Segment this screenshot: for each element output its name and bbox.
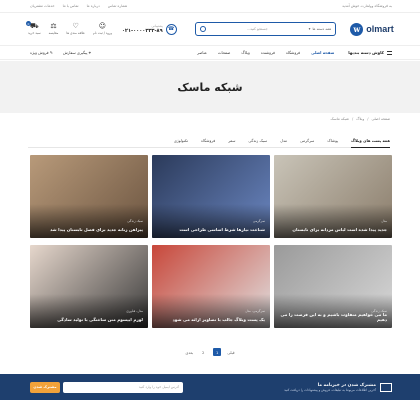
header: w olmart همه دسته ها ▾ جستجو کنید... ☎ پ… [0,13,420,45]
location-icon: ⌖ [87,50,91,55]
post-title[interactable]: لورم ایپسوم متن ساختگی با تولید سادگی [35,317,143,323]
newsletter-info: مشترک شدن در خبرنامه ما آخرین اطلاعات مر… [284,382,392,392]
compare-button[interactable]: ⚖ مقایسه [48,22,59,36]
subscribe-button[interactable]: مشترک شدن [30,381,60,393]
top-bar: به فروشگاه وولمارت خوش آمدید شماره تماس … [0,0,420,13]
track-order-link[interactable]: ⌖ پیگیری سفارش [63,50,91,55]
account-button[interactable]: ☺ ورود / ثبت نام [92,22,112,36]
search-category-label: همه دسته ها [312,27,332,31]
search-category-select[interactable]: همه دسته ها ▾ [309,27,332,31]
menu-icon [387,50,392,55]
compare-icon: ⚖ [50,22,57,30]
track-order-label: پیگیری سفارش [62,50,88,55]
post-title[interactable]: ما می خواهیم متفاوت باشیم و به این فرصت … [279,312,388,323]
breadcrumb-item: شبکه ماسک [330,117,349,121]
heart-icon: ♡ [72,22,79,30]
special-sale-label: فروش ویژه [30,50,49,55]
cart-icon: ⛟ [29,22,39,30]
newsletter-form: آدرس ایمیل خود را وارد کنید مشترک شدن [30,381,183,393]
top-link[interactable]: شماره تماس [108,4,128,8]
nav-secondary: ⌖ پیگیری سفارش ✎ فروش ویژه [30,50,91,55]
post-category[interactable]: مدل [381,219,387,223]
post-title[interactable]: یک پست وبلاگ جالب با تصاویر ارائه می شود [157,317,265,323]
categories-button[interactable]: کاوش دسته بندیها [348,50,392,55]
post-title[interactable]: شناخت نیازها شرط اساسی طراحی است [157,227,265,233]
page-title: شبکه ماسک [177,80,243,94]
main-nav: کاوش دسته بندیها صفحه اصلی فروشگاه فروشن… [0,45,420,60]
newsletter-bar: مشترک شدن در خبرنامه ما آخرین اطلاعات مر… [0,374,420,400]
page-hero: شبکه ماسک [0,61,420,113]
menu-item-vendor[interactable]: فروشنده [261,50,275,55]
menu: صفحه اصلی فروشگاه فروشنده وبلاگ صفحات عن… [197,50,334,55]
account-label: ورود / ثبت نام [92,31,112,35]
tab-technology[interactable]: تکنولوژی [174,138,188,143]
post-title[interactable]: پیراهن زنانه جدید برای فصل تابستان پیدا … [35,227,143,233]
user-icon: ☺ [98,22,107,30]
tab-all[interactable]: همه پست های وبلاگ [351,138,390,148]
cart-button[interactable]: ⛟ 0 سبد خرید [26,21,41,35]
post-category[interactable]: سرگرمی، مدل [245,309,265,313]
cart-label: سبد خرید [28,31,41,35]
chevron-down-icon: ▾ [308,27,311,31]
phone-icon: ☎ [165,23,177,35]
page-number[interactable]: 2 [199,348,207,356]
top-link[interactable]: خدمات مشتریان [30,4,55,8]
envelope-icon [380,382,392,392]
tab-fashion[interactable]: مدل [280,138,287,143]
tab-entertainment[interactable]: سرگرمی [300,138,314,143]
menu-item-shop[interactable]: فروشگاه [286,50,300,55]
page-number[interactable]: 1 [213,348,222,356]
post-category[interactable]: مدل، فناوری [126,309,143,313]
search-icon[interactable] [199,26,206,32]
email-field[interactable]: آدرس ایمیل خود را وارد کنید [63,381,183,393]
cart-count-badge: 0 [26,21,31,26]
tab-shop[interactable]: فروشگاه [201,138,215,143]
pagination: قبلی 1 2 بعدی [0,348,420,356]
menu-item-elements[interactable]: عناصر [197,50,207,55]
newsletter-subtitle: آخرین اطلاعات مربوط به تبلیغات، فروش و پ… [284,387,376,392]
breadcrumb: صفحه اصلی / وبلاگ / شبکه ماسک [331,117,390,121]
logo-text: olmart [366,24,394,34]
breadcrumb-item[interactable]: صفحه اصلی [372,117,391,121]
logo-mark: w [350,22,364,36]
breadcrumb-separator: / [367,117,369,121]
post-grid: مدل جدید پیدا شده است لباس مردانه برای ت… [30,155,392,328]
logo[interactable]: w olmart [350,22,398,36]
tag-icon: ✎ [48,50,53,55]
post-card[interactable]: سبک زندگی پیراهن زنانه جدید برای فصل تاب… [30,155,148,238]
post-category[interactable]: سبک زندگی [127,219,143,223]
post-card[interactable]: مدل جدید پیدا شده است لباس مردانه برای ت… [274,155,392,238]
welcome-text: به فروشگاه وولمارت خوش آمدید [342,4,392,8]
post-card[interactable]: مدل، فناوری لورم ایپسوم متن ساختگی با تو… [30,245,148,328]
wishlist-button[interactable]: ♡ علاقه مندی ها [66,22,85,36]
category-tabs: همه پست های وبلاگ پوشاک سرگرمی مدل سبک ز… [28,138,390,148]
prev-page-button[interactable]: قبلی [227,350,234,355]
breadcrumb-separator: / [351,117,354,121]
top-link[interactable]: درباره ما [87,4,100,8]
wishlist-label: علاقه مندی ها [66,31,85,35]
support-phone: ☎ پشتیبانی ۰۲۱-۰۰۰۰۳۳۳-۸۹ [122,23,177,35]
menu-item-blog[interactable]: وبلاگ [241,50,250,55]
top-link[interactable]: تماس با ما [63,4,79,8]
post-category[interactable]: سرگرمی [253,219,265,223]
post-title[interactable]: جدید پیدا شده است لباس مردانه برای تابست… [279,227,387,233]
search-bar[interactable]: همه دسته ها ▾ جستجو کنید... [194,22,337,36]
next-page-button[interactable]: بعدی [185,350,193,355]
breadcrumb-item[interactable]: وبلاگ [356,117,364,121]
categories-label: کاوش دسته بندیها [348,50,384,55]
special-sale-link[interactable]: ✎ فروش ویژه [30,50,53,55]
menu-item-home[interactable]: صفحه اصلی [311,50,334,55]
phone-number[interactable]: ۰۲۱-۰۰۰۰۳۳۳-۸۹ [122,28,163,34]
search-input[interactable]: جستجو کنید... [247,27,268,31]
tab-travel[interactable]: سفر [228,138,235,143]
compare-label: مقایسه [48,31,59,35]
post-card[interactable]: سرگرمی شناخت نیازها شرط اساسی طراحی است [152,155,270,238]
post-card[interactable]: سبک زندگی ما می خواهیم متفاوت باشیم و به… [274,245,392,328]
top-links: شماره تماس درباره ما تماس با ما خدمات مش… [30,4,127,8]
header-actions: ☺ ورود / ثبت نام ♡ علاقه مندی ها ⚖ مقایس… [26,21,112,36]
post-card[interactable]: سرگرمی، مدل یک پست وبلاگ جالب با تصاویر … [152,245,270,328]
menu-item-pages[interactable]: صفحات [218,50,230,55]
tab-clothing[interactable]: پوشاک [327,138,338,143]
tab-lifestyle[interactable]: سبک زندگی [248,138,267,143]
